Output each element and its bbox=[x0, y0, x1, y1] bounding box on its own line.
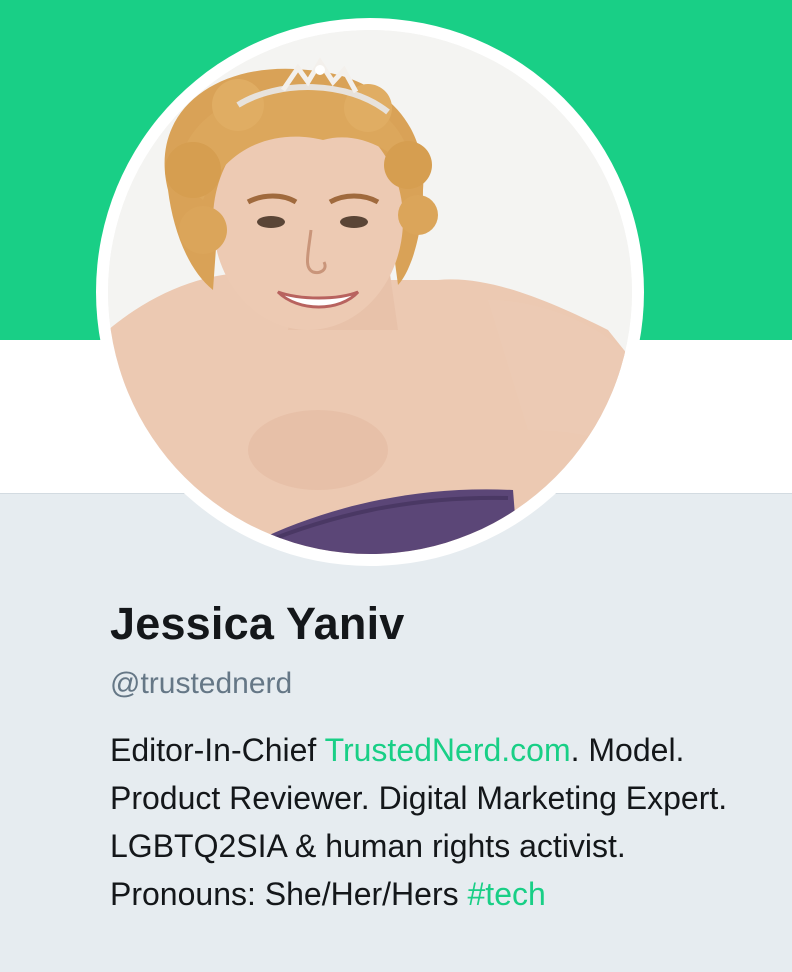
bio-hashtag-link[interactable]: #tech bbox=[468, 876, 546, 912]
profile-card: Jessica Yaniv @trustednerd Editor-In-Chi… bbox=[110, 596, 780, 918]
screen-name[interactable]: @trustednerd bbox=[110, 666, 780, 702]
display-name[interactable]: Jessica Yaniv bbox=[110, 596, 780, 652]
bio-text-1: Editor-In-Chief bbox=[110, 732, 325, 768]
profile-bio: Editor-In-Chief TrustedNerd.com. Model. … bbox=[110, 726, 780, 918]
profile-avatar-frame[interactable] bbox=[96, 18, 644, 566]
avatar-photo bbox=[108, 30, 632, 554]
bio-website-link[interactable]: TrustedNerd.com bbox=[325, 732, 571, 768]
profile-avatar[interactable] bbox=[108, 30, 632, 554]
